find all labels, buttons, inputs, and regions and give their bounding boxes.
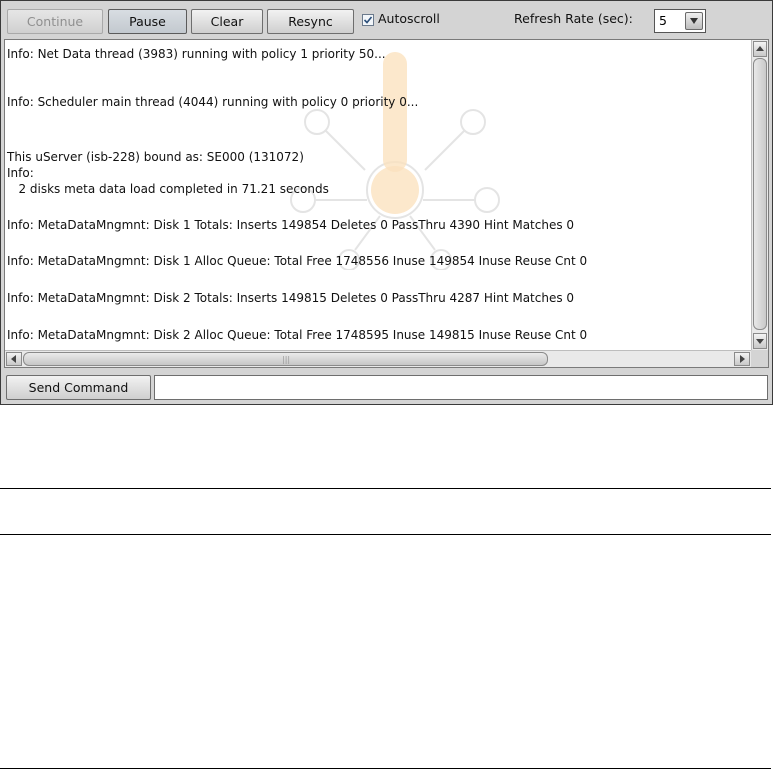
log-line: Info: Net Data thread (3983) running wit…: [7, 47, 386, 61]
pause-button[interactable]: Pause: [108, 9, 187, 34]
resync-button[interactable]: Resync: [267, 9, 354, 34]
scroll-left-icon[interactable]: [6, 352, 22, 366]
log-line: Info: MetaDataMngmnt: Disk 2 Totals: Ins…: [7, 291, 575, 305]
log-line: Info: MetaDataMngmnt: Disk 1 Alloc Queue…: [7, 254, 588, 268]
log-line: Info: MetaDataMngmnt: Disk 2 Alloc Queue…: [7, 328, 588, 342]
autoscroll-checkbox[interactable]: [362, 14, 374, 26]
console-window: Continue Pause Clear Resync Autoscroll R…: [0, 0, 773, 405]
vertical-scrollbar[interactable]: [751, 40, 768, 350]
divider-line: [0, 768, 771, 769]
grip-icon: |||: [282, 355, 291, 364]
divider-line: [0, 534, 771, 535]
horizontal-scrollbar[interactable]: |||: [5, 350, 751, 367]
scroll-down-icon[interactable]: [753, 333, 767, 349]
log-line: Info:: [7, 166, 34, 180]
checkmark-icon: [363, 16, 373, 24]
vertical-scroll-thumb[interactable]: [753, 58, 767, 330]
divider-line: [0, 488, 771, 489]
dropdown-arrow-icon[interactable]: [685, 12, 703, 30]
clear-button[interactable]: Clear: [191, 9, 263, 34]
refresh-rate-select[interactable]: 5: [654, 9, 706, 33]
log-line: This uServer (isb-228) bound as: SE000 (…: [7, 150, 304, 164]
refresh-rate-value: 5: [659, 13, 667, 28]
autoscroll-label: Autoscroll: [378, 11, 440, 26]
log-line: 2 disks meta data load completed in 71.2…: [7, 182, 329, 196]
scrollbar-corner: [751, 350, 768, 367]
command-input[interactable]: [154, 375, 768, 400]
horizontal-scroll-thumb[interactable]: |||: [23, 352, 548, 366]
continue-button[interactable]: Continue: [7, 9, 103, 34]
log-line: Info: Scheduler main thread (4044) runni…: [7, 95, 419, 109]
toolbar: Continue Pause Clear Resync Autoscroll R…: [1, 1, 772, 39]
log-lines: Info: Net Data thread (3983) running wit…: [5, 40, 751, 350]
scroll-right-icon[interactable]: [734, 352, 750, 366]
log-line: Info: MetaDataMngmnt: Disk 1 Totals: Ins…: [7, 218, 575, 232]
watermark-logo-icon: [290, 52, 500, 270]
send-command-button[interactable]: Send Command: [6, 375, 151, 400]
scroll-up-icon[interactable]: [753, 41, 767, 57]
refresh-rate-label: Refresh Rate (sec):: [514, 11, 633, 26]
log-output-pane[interactable]: Info: Net Data thread (3983) running wit…: [4, 39, 769, 368]
